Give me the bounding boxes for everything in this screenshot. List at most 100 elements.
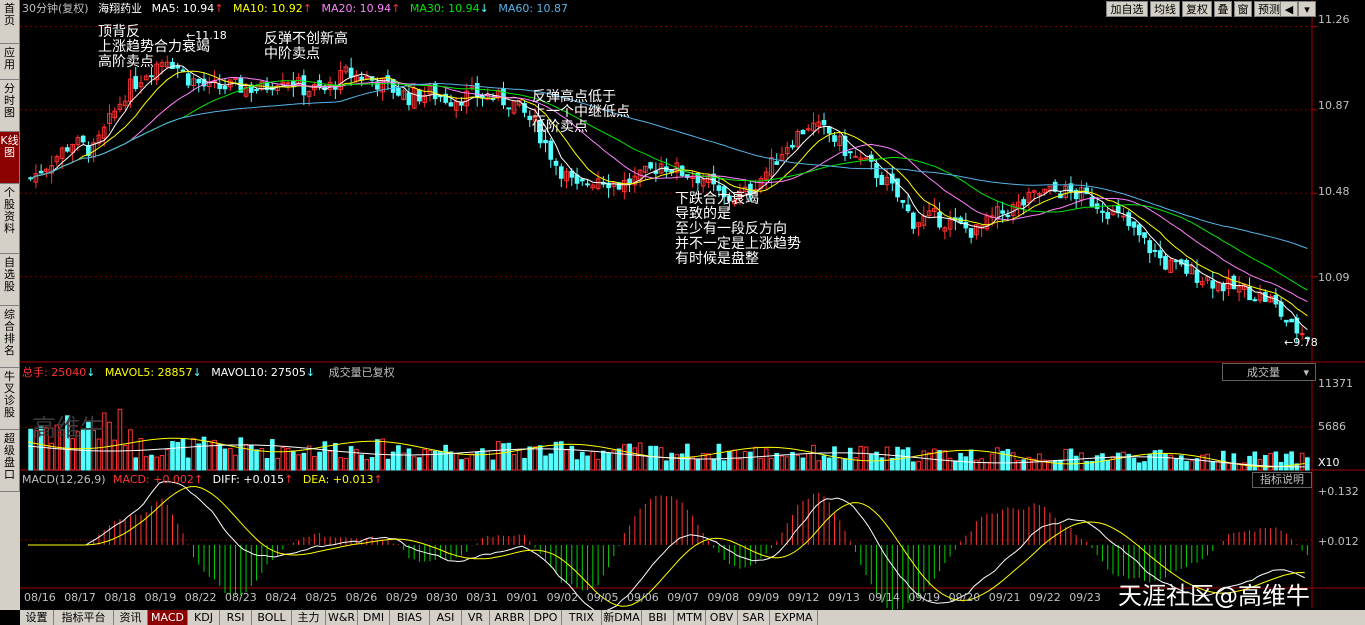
volume-bar: [758, 457, 764, 471]
bottom-tab-7[interactable]: 主力: [292, 610, 326, 625]
left-tab-8[interactable]: 超级盘口: [0, 430, 20, 492]
volume-bar: [396, 445, 401, 471]
volume-bar: [905, 447, 911, 471]
bottom-tab-1[interactable]: 指标平台: [54, 610, 114, 625]
date-tick: 09/22: [1029, 591, 1061, 604]
volume-bar: [233, 454, 238, 471]
left-tab-7[interactable]: 牛叉诊股: [0, 368, 20, 430]
volume-bar: [658, 447, 664, 471]
date-tick: 08/30: [426, 591, 458, 604]
volume-bar: [333, 442, 338, 471]
volume-bar: [516, 448, 522, 471]
volume-bar: [643, 455, 648, 471]
bottom-tab-5[interactable]: RSI: [220, 610, 252, 625]
volume-bar: [1257, 458, 1263, 471]
volume-bar: [1299, 452, 1305, 471]
macd-title: MACD(12,26,9): [22, 473, 106, 486]
bottom-tab-19[interactable]: OBV: [706, 610, 738, 625]
bottom-tab-12[interactable]: VR: [462, 610, 490, 625]
volume-bar: [585, 455, 590, 471]
toolbar-button-0[interactable]: 加自选: [1106, 1, 1148, 17]
toolbar-button-1[interactable]: 均线: [1150, 1, 1180, 17]
volume-bar: [737, 458, 743, 471]
bottom-tab-8[interactable]: W&R: [326, 610, 358, 625]
volume-bar: [706, 453, 711, 471]
volume-bar: [721, 460, 727, 471]
up-arrow-icon: ↑: [373, 473, 383, 486]
candle: [579, 178, 585, 182]
left-tab-3[interactable]: K线图: [0, 132, 20, 184]
volume-bar: [1189, 460, 1195, 471]
toolbar-button-3[interactable]: 叠: [1214, 1, 1232, 17]
candle: [185, 73, 191, 86]
volume-bar: [385, 458, 391, 471]
bottom-tab-2[interactable]: 资讯: [114, 610, 148, 625]
candle: [790, 144, 795, 148]
bottom-tab-14[interactable]: DPO: [530, 610, 562, 625]
bottom-tab-15[interactable]: TRIX: [562, 610, 602, 625]
bottom-tab-0[interactable]: 设置: [20, 610, 54, 625]
bottom-tab-10[interactable]: BIAS: [390, 610, 430, 625]
left-tab-2[interactable]: 分时图: [0, 80, 20, 132]
volume-bar: [527, 446, 533, 471]
stock-name: 海翔药业: [98, 2, 143, 15]
macd-header: MACD(12,26,9) MACD: +0.002↑ DIFF: +0.015…: [22, 473, 383, 487]
volume-bar: [1184, 460, 1189, 471]
volume-bar: [406, 448, 412, 471]
bottom-tab-4[interactable]: KDJ: [188, 610, 220, 625]
candle: [390, 78, 396, 93]
date-tick: 09/09: [747, 591, 780, 604]
volume-bar: [868, 454, 874, 471]
bottom-tab-20[interactable]: SAR: [738, 610, 770, 625]
left-tab-5[interactable]: 自选股: [0, 254, 20, 306]
date-tick: 08/22: [184, 591, 217, 604]
volume-bar: [1263, 454, 1268, 471]
bottom-tab-3[interactable]: MACD: [148, 610, 188, 625]
volume-bar: [837, 457, 843, 471]
up-arrow-icon: ↑: [302, 2, 312, 15]
volume-bar: [995, 447, 1000, 471]
left-tab-0[interactable]: 首页: [0, 0, 20, 44]
left-tab-4[interactable]: 个股资料: [0, 184, 20, 254]
candle: [233, 77, 238, 80]
volume-bar: [1273, 451, 1279, 471]
volume-bar: [291, 450, 296, 471]
volume-bar: [348, 446, 354, 471]
toolbar-button-2[interactable]: 复权: [1182, 1, 1212, 17]
volume-bar: [191, 437, 196, 471]
candle: [1152, 249, 1158, 252]
volume-bar: [695, 459, 701, 471]
stock-chart[interactable]: [20, 0, 1365, 610]
indicator-select[interactable]: 成交量 ▾: [1222, 363, 1316, 381]
indicator-help-button[interactable]: 指标说明: [1252, 472, 1312, 488]
brand-signature: 天涯社区@高维牛: [1118, 582, 1310, 610]
bottom-tab-17[interactable]: BBI: [642, 610, 674, 625]
bottom-tab-6[interactable]: BOLL: [252, 610, 292, 625]
previous-icon[interactable]: ◀: [1280, 1, 1298, 17]
candle: [1231, 275, 1237, 290]
bottom-tab-16[interactable]: 新DMA: [602, 610, 642, 625]
toolbar-button-4[interactable]: 窗: [1234, 1, 1252, 17]
left-tab-6[interactable]: 综合排名: [0, 306, 20, 368]
volume-bar: [926, 452, 932, 471]
candle: [222, 85, 228, 90]
volume-bar: [1021, 459, 1026, 471]
dea-value: DEA: +0.013: [302, 473, 374, 486]
volume-bar: [275, 457, 280, 471]
bottom-tab-21[interactable]: EXPMA: [770, 610, 818, 625]
volume-bar: [727, 450, 732, 471]
volume-bar: [648, 445, 653, 471]
volume-bar: [979, 458, 984, 471]
candle: [774, 161, 780, 165]
bottom-tab-13[interactable]: ARBR: [490, 610, 530, 625]
bottom-tab-11[interactable]: ASI: [430, 610, 462, 625]
candle: [1184, 259, 1189, 274]
left-tab-1[interactable]: 应用: [0, 44, 20, 80]
volume-bar: [264, 458, 270, 471]
candle: [196, 78, 202, 84]
volume-bar: [748, 451, 753, 471]
pin-icon[interactable]: ▾: [1298, 1, 1316, 17]
volume-bar: [1142, 461, 1147, 471]
bottom-tab-18[interactable]: MTM: [674, 610, 706, 625]
bottom-tab-9[interactable]: DMI: [358, 610, 390, 625]
